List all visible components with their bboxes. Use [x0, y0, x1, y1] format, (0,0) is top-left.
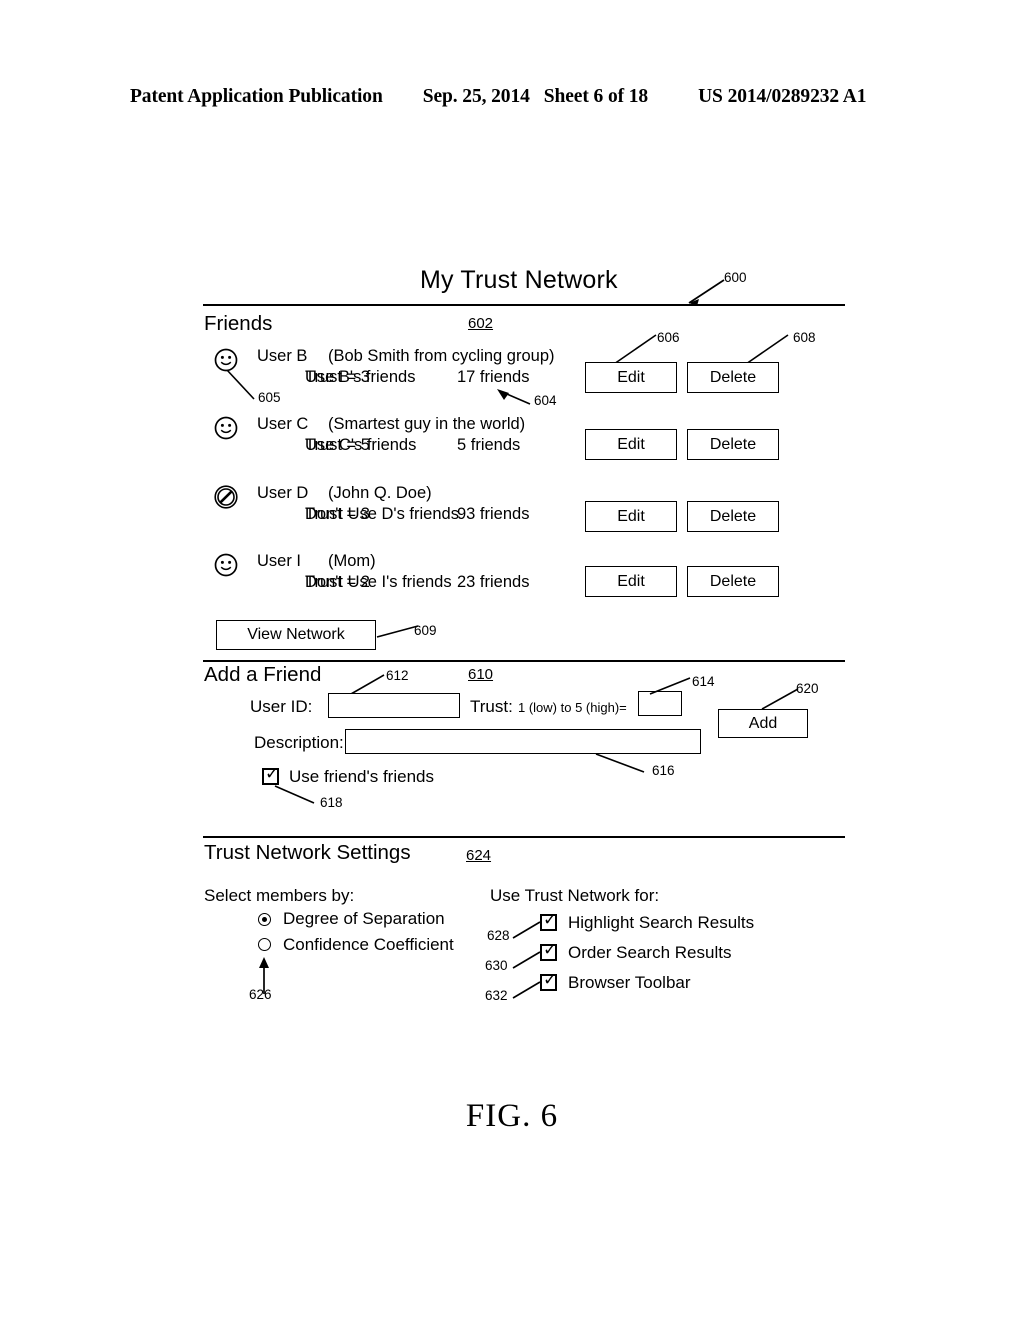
friend-description: (Smartest guy in the world): [328, 415, 526, 433]
friend-description: (John Q. Doe): [328, 484, 432, 502]
select-members-label: Select members by:: [204, 886, 355, 905]
ref-608-leader: [745, 334, 789, 365]
friend-friend-count: 5 friends: [457, 436, 521, 454]
ref-604: 604: [534, 393, 557, 408]
prohibited-icon: [214, 485, 238, 509]
trust-range-label: 1 (low) to 5 (high)=: [518, 700, 627, 715]
friend-trust: Trust = 3: [305, 368, 370, 386]
view-network-button[interactable]: View Network: [216, 620, 376, 650]
edit-button-user-c[interactable]: Edit: [585, 429, 677, 460]
friend-info: User C (Smartest guy in the world) Trust …: [257, 414, 565, 456]
edit-button-user-d[interactable]: Edit: [585, 501, 677, 532]
friend-description: (Bob Smith from cycling group): [328, 347, 555, 365]
description-label: Description:: [254, 733, 344, 752]
friends-heading: Friends: [204, 312, 273, 335]
friend-title-line: User B (Bob Smith from cycling group): [257, 346, 565, 367]
friend-name: User I: [257, 552, 302, 570]
friend-info: User B (Bob Smith from cycling group) Tru…: [257, 346, 565, 388]
ref-618-leader: [274, 785, 315, 804]
ref-624: 624: [466, 847, 492, 864]
friend-friend-count: 17 friends: [457, 368, 530, 386]
checkbox-label-highlight-search-results: Highlight Search Results: [568, 913, 755, 932]
figure-caption: FIG. 6: [465, 1098, 559, 1134]
delete-button-user-d[interactable]: Delete: [687, 501, 779, 532]
ref-604-leader: [497, 389, 531, 405]
divider-top: [203, 304, 845, 306]
radio-label-confidence-coefficient: Confidence Coefficient: [283, 935, 454, 954]
friend-friend-count: 23 friends: [457, 573, 530, 591]
ref-626: 626: [249, 987, 272, 1002]
ref-609: 609: [414, 623, 437, 638]
ref-628-leader: [512, 921, 541, 939]
ref-614-leader: [649, 677, 691, 695]
friend-info: User D (John Q. Doe) Trust = 3 93 friends…: [257, 483, 565, 525]
divider-bottom: [203, 836, 845, 838]
friend-trust: Trust = 5: [305, 436, 370, 454]
ref-632: 632: [485, 988, 508, 1003]
delete-button-user-c[interactable]: Delete: [687, 429, 779, 460]
friend-info: User I (Mom) Trust = 2 23 friends Don't U…: [257, 551, 565, 593]
friend-title-line: User I (Mom): [257, 551, 565, 572]
ref-608: 608: [793, 330, 816, 345]
friend-name: User B: [257, 347, 308, 365]
ref-628: 628: [487, 928, 510, 943]
friend-name: User C: [257, 415, 309, 433]
radio-label-degree-of-separation: Degree of Separation: [283, 909, 445, 928]
smiley-icon: [214, 416, 238, 440]
check-icon: ✓: [265, 764, 280, 784]
ref-605: 605: [258, 390, 281, 405]
description-input[interactable]: [345, 729, 701, 754]
smiley-icon: [214, 553, 238, 577]
ref-620: 620: [796, 681, 819, 696]
settings-heading: Trust Network Settings: [204, 841, 411, 864]
use-trust-network-label: Use Trust Network for:: [490, 886, 660, 905]
use-friends-label: Use friend's friends: [289, 767, 434, 786]
friend-friend-count: 93 friends: [457, 505, 530, 523]
friend-description: (Mom): [328, 552, 376, 570]
trust-label: Trust:: [470, 697, 513, 716]
use-friends-checkbox[interactable]: ✓: [262, 764, 280, 785]
delete-button-user-i[interactable]: Delete: [687, 566, 779, 597]
checkbox-label-browser-toolbar: Browser Toolbar: [568, 973, 691, 992]
check-icon: ✓: [543, 910, 558, 930]
ref-614: 614: [692, 674, 715, 689]
friend-title-line: User D (John Q. Doe): [257, 483, 565, 504]
ref-606: 606: [657, 330, 680, 345]
friend-trust: Trust = 3: [305, 505, 370, 523]
check-icon: ✓: [543, 970, 558, 990]
edit-button-user-b[interactable]: Edit: [585, 362, 677, 393]
user-id-label: User ID:: [250, 697, 313, 716]
figure-6: My Trust Network 600 Friends 602 User B(…: [0, 0, 1024, 1320]
ref-630-leader: [512, 951, 541, 969]
ref-616-leader: [595, 753, 645, 773]
ref-612: 612: [386, 668, 409, 683]
add-button[interactable]: Add: [718, 709, 808, 738]
friend-trust: Trust = 2: [305, 573, 370, 591]
radio-degree-of-separation[interactable]: [258, 913, 271, 926]
friend-name: User D: [257, 484, 309, 502]
edit-button-user-i[interactable]: Edit: [585, 566, 677, 597]
divider-middle: [203, 660, 845, 662]
ref-618: 618: [320, 795, 343, 810]
checkbox-label-order-search-results: Order Search Results: [568, 943, 732, 962]
radio-confidence-coefficient[interactable]: [258, 938, 271, 951]
user-id-input[interactable]: [328, 693, 460, 718]
delete-button-user-b[interactable]: Delete: [687, 362, 779, 393]
ref-632-leader: [512, 981, 541, 999]
ref-630: 630: [485, 958, 508, 973]
friend-title-line: User C (Smartest guy in the world): [257, 414, 565, 435]
ref-600-leader: [688, 279, 725, 306]
ref-616: 616: [652, 763, 675, 778]
add-friend-heading: Add a Friend: [204, 663, 322, 686]
check-icon: ✓: [543, 940, 558, 960]
ref-602: 602: [468, 315, 494, 332]
page-title: My Trust Network: [420, 266, 618, 294]
ref-610: 610: [468, 666, 494, 683]
